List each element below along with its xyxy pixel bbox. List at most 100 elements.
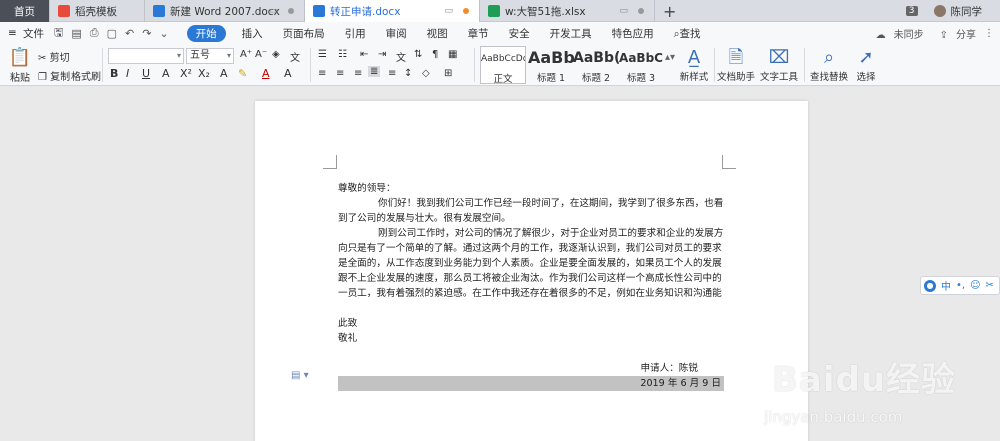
tab-active-document[interactable]: 转正申请.docx ▭ <box>305 0 480 22</box>
grow-font-icon[interactable]: A⁺ <box>240 49 252 60</box>
scissors-icon[interactable]: ✂ <box>986 280 994 291</box>
style-sample: AaBbC <box>619 51 663 65</box>
superscript-icon[interactable]: X² <box>180 67 192 80</box>
tab-start[interactable]: 开始 <box>186 24 226 42</box>
file-menu[interactable]: ≡ 文件 <box>8 26 44 41</box>
char-shading-icon[interactable]: A <box>284 67 292 80</box>
increase-indent-icon[interactable]: ⇥ <box>378 49 386 60</box>
avatar[interactable] <box>933 5 946 17</box>
line-spacing-icon[interactable]: ↕ <box>404 68 412 79</box>
style-heading-1[interactable]: AaBb 标题 1 <box>528 46 574 84</box>
align-left-icon[interactable]: ≡ <box>318 68 326 79</box>
save-icon[interactable]: 🖫 <box>54 24 63 43</box>
font-color-icon[interactable]: A <box>262 67 270 80</box>
format-painter-button[interactable]: 格式刷 <box>71 68 101 83</box>
menu-item-references[interactable]: 引用 <box>345 26 366 41</box>
decrease-indent-icon[interactable]: ⇤ <box>360 49 368 60</box>
unsaved-dot-icon[interactable] <box>463 8 469 14</box>
window-count-badge[interactable]: 3 <box>905 6 918 16</box>
selected-date-line[interactable]: 2019 年 6 月 9 日 <box>338 376 724 391</box>
print-icon[interactable]: ⎙ <box>90 26 99 40</box>
user-name[interactable]: 陈同学 <box>951 4 983 19</box>
cut-button[interactable]: ✂ 剪切 <box>38 49 70 64</box>
highlight-icon[interactable]: ✎ <box>238 67 247 80</box>
menu-item-developer[interactable]: 开发工具 <box>550 26 592 41</box>
tab-new-word[interactable]: 新建 Word 2007.docx ▭ <box>145 0 305 22</box>
font-name-select[interactable]: ▾ <box>108 48 184 64</box>
menu-item-chapter[interactable]: 章节 <box>468 26 489 41</box>
doc-helper-button[interactable]: 🗎 文档助手 <box>716 47 756 83</box>
menu-item-view[interactable]: 视图 <box>427 26 448 41</box>
tab-docer[interactable]: 稻壳模板 <box>50 0 145 22</box>
floating-toolbar[interactable]: ● 中 •, ☺ ✂ <box>920 276 1000 295</box>
close-dot-icon[interactable] <box>288 8 294 14</box>
tab-home[interactable]: 首页 <box>0 0 50 22</box>
chevron-down-icon[interactable]: ⌄ <box>159 27 168 40</box>
border-icon[interactable]: ⊞ <box>444 68 452 79</box>
cut-label: 剪切 <box>49 53 70 64</box>
style-sample: AaBb( <box>573 50 619 66</box>
file-menu-label: 文件 <box>23 27 44 40</box>
menu-item-page-layout[interactable]: 页面布局 <box>283 26 325 41</box>
preview-icon[interactable]: ▢ <box>107 27 117 40</box>
new-style-button[interactable]: A̲ 新样式 <box>674 47 714 83</box>
bullet-list-icon[interactable]: ☰ <box>318 49 327 60</box>
style-label: 标题 1 <box>536 73 566 84</box>
chevron-down-icon: ▾ <box>176 51 181 60</box>
share-button[interactable]: ⇪ 分享 <box>932 26 976 41</box>
open-icon[interactable]: ▤ <box>71 27 81 40</box>
style-heading-3[interactable]: AaBbC 标题 3 <box>618 46 664 84</box>
menu-item-insert[interactable]: 插入 <box>242 26 263 41</box>
style-normal[interactable]: AaBbCcDd 正文 <box>480 46 526 84</box>
tab-label: 转正申请.docx <box>330 5 401 18</box>
paragraph-options-icon[interactable]: ▤ ▾ <box>291 370 309 381</box>
select-button[interactable]: ➚ 选择 <box>853 47 879 83</box>
justify-icon[interactable]: ≣ <box>368 66 381 77</box>
cursor-icon: ➚ <box>858 47 874 68</box>
subscript-icon[interactable]: X₂ <box>198 67 210 80</box>
distribute-icon[interactable]: ≡ <box>388 68 396 79</box>
style-heading-2[interactable]: AaBb( 标题 2 <box>573 46 619 84</box>
window-restore-icon[interactable]: ▭ <box>269 6 278 16</box>
window-restore-icon[interactable]: ▭ <box>444 6 453 16</box>
document-body[interactable]: 尊敬的领导： 你们好！我到我们公司工作已经一段时间了，在这期间，我学到了很多东西… <box>338 181 724 391</box>
copy-button[interactable]: ❐ 复制 <box>38 68 70 83</box>
paste-button[interactable]: 📋 粘贴 <box>6 47 34 84</box>
watermark-url: jingyan.baidu.com <box>764 408 903 426</box>
font-size-select[interactable]: 五号 ▾ <box>186 48 234 64</box>
italic-icon[interactable]: I <box>126 67 129 80</box>
align-center-icon[interactable]: ≡ <box>336 68 344 79</box>
doc-helper-icon: 🗎 <box>728 47 744 68</box>
chinese-layout-icon[interactable]: 文 <box>396 49 406 64</box>
tab-excel[interactable]: w:大智51拖.xlsx ▭ <box>480 0 655 22</box>
document-page[interactable]: 尊敬的领导： 你们好！我到我们公司工作已经一段时间了，在这期间，我学到了很多东西… <box>255 101 808 441</box>
find-replace-button[interactable]: ⌕ 查找替换 <box>808 47 850 83</box>
new-tab-plus-icon[interactable]: + <box>663 2 676 21</box>
smile-icon[interactable]: ☺ <box>970 280 980 291</box>
strikethrough-icon[interactable]: A <box>162 67 170 80</box>
underline-icon[interactable]: U <box>142 67 150 80</box>
clear-format-icon[interactable]: ◈ <box>272 49 280 60</box>
close-dot-icon[interactable] <box>638 8 644 14</box>
text-effect-icon[interactable]: A <box>220 67 228 80</box>
window-restore-icon[interactable]: ▭ <box>619 6 628 16</box>
shading-icon[interactable]: ◇ <box>422 68 430 79</box>
numbered-list-icon[interactable]: ☷ <box>338 49 347 60</box>
sync-status[interactable]: ☁ 未同步 <box>868 26 924 41</box>
align-right-icon[interactable]: ≡ <box>354 68 362 79</box>
search-menu[interactable]: ⌕查找 <box>674 26 701 41</box>
redo-icon[interactable]: ↷ <box>142 27 151 40</box>
phonetic-icon[interactable]: 文 <box>290 49 300 64</box>
search-label: 查找 <box>679 27 701 40</box>
table-icon[interactable]: ▦ <box>448 49 457 60</box>
menu-item-security[interactable]: 安全 <box>509 26 530 41</box>
menu-item-features[interactable]: 特色应用 <box>612 26 654 41</box>
bold-icon[interactable]: B <box>110 67 118 80</box>
show-marks-icon[interactable]: ¶ <box>432 49 438 60</box>
menu-item-review[interactable]: 审阅 <box>386 26 407 41</box>
undo-icon[interactable]: ↶ <box>125 27 134 40</box>
shrink-font-icon[interactable]: A⁻ <box>255 49 267 60</box>
sort-icon[interactable]: ⇅ <box>414 49 422 60</box>
text-tools-button[interactable]: ⌧ 文字工具 <box>758 47 800 83</box>
more-icon[interactable]: ⋮ <box>984 28 994 39</box>
